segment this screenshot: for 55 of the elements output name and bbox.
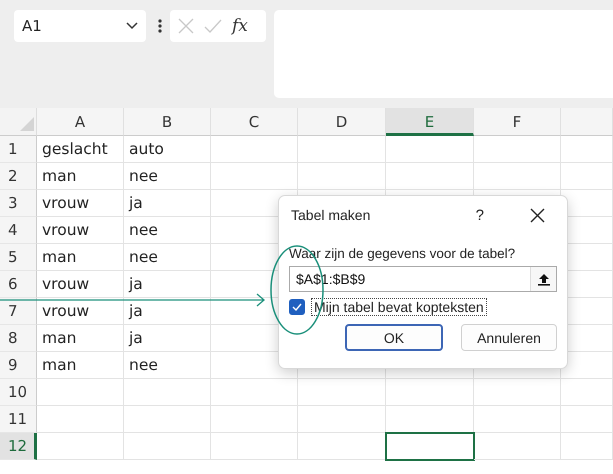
table-cell: ja: [124, 190, 211, 217]
table-cell: man: [37, 352, 124, 379]
checkmark-icon: [292, 303, 302, 311]
row-header[interactable]: 3: [0, 190, 37, 217]
insert-function-button[interactable]: fx: [232, 16, 248, 36]
dialog-title: Tabel maken: [290, 207, 372, 223]
check-icon[interactable]: [204, 19, 222, 33]
table-cell: geslacht: [37, 136, 124, 163]
chevron-down-icon: [126, 22, 138, 30]
row-header[interactable]: 2: [0, 163, 37, 190]
column-header[interactable]: D: [298, 108, 386, 136]
cancel-button[interactable]: Annuleren: [461, 324, 557, 351]
table-cell: [561, 406, 613, 433]
table-cell: man: [37, 325, 124, 352]
table-cell: man: [37, 244, 124, 271]
row-header[interactable]: 1: [0, 136, 37, 163]
table-cell: [561, 163, 613, 190]
checkbox[interactable]: [289, 299, 305, 315]
close-icon[interactable]: [530, 208, 545, 222]
table-cell: auto: [124, 136, 211, 163]
column-header[interactable]: B: [124, 108, 211, 136]
column-header[interactable]: A: [37, 108, 124, 136]
ok-button[interactable]: OK: [345, 324, 443, 351]
row-header[interactable]: 7: [0, 298, 37, 325]
column-header[interactable]: E: [386, 108, 474, 136]
row-header[interactable]: 6: [0, 271, 37, 298]
row-header[interactable]: 10: [0, 379, 37, 406]
table-cell: ja: [124, 298, 211, 325]
table-cell: nee: [124, 217, 211, 244]
table-cell: [561, 433, 613, 460]
table-cell: nee: [124, 352, 211, 379]
table-cell: vrouw: [37, 298, 124, 325]
row-header[interactable]: 9: [0, 352, 37, 379]
upload-arrow-icon: [538, 272, 550, 286]
table-cell: [561, 136, 613, 163]
table-cell: vrouw: [37, 217, 124, 244]
table-cell: nee: [124, 163, 211, 190]
row-header[interactable]: 12: [0, 433, 37, 460]
table-cell: ja: [124, 325, 211, 352]
table-cell: ja: [124, 271, 211, 298]
collapse-button[interactable]: [530, 267, 556, 291]
column-header[interactable]: F: [474, 108, 561, 136]
table-cell: nee: [124, 244, 211, 271]
help-button[interactable]: ?: [476, 206, 484, 224]
row-header[interactable]: 11: [0, 406, 37, 433]
row-header[interactable]: 8: [0, 325, 37, 352]
column-header[interactable]: C: [211, 108, 298, 136]
row-header[interactable]: 4: [0, 217, 37, 244]
name-box[interactable]: A1: [14, 10, 146, 42]
table-cell: vrouw: [37, 271, 124, 298]
table-cell: [561, 379, 613, 406]
table-cell: man: [37, 163, 124, 190]
more-icon[interactable]: [158, 19, 162, 33]
row-header[interactable]: 5: [0, 244, 37, 271]
table-cell: vrouw: [37, 190, 124, 217]
